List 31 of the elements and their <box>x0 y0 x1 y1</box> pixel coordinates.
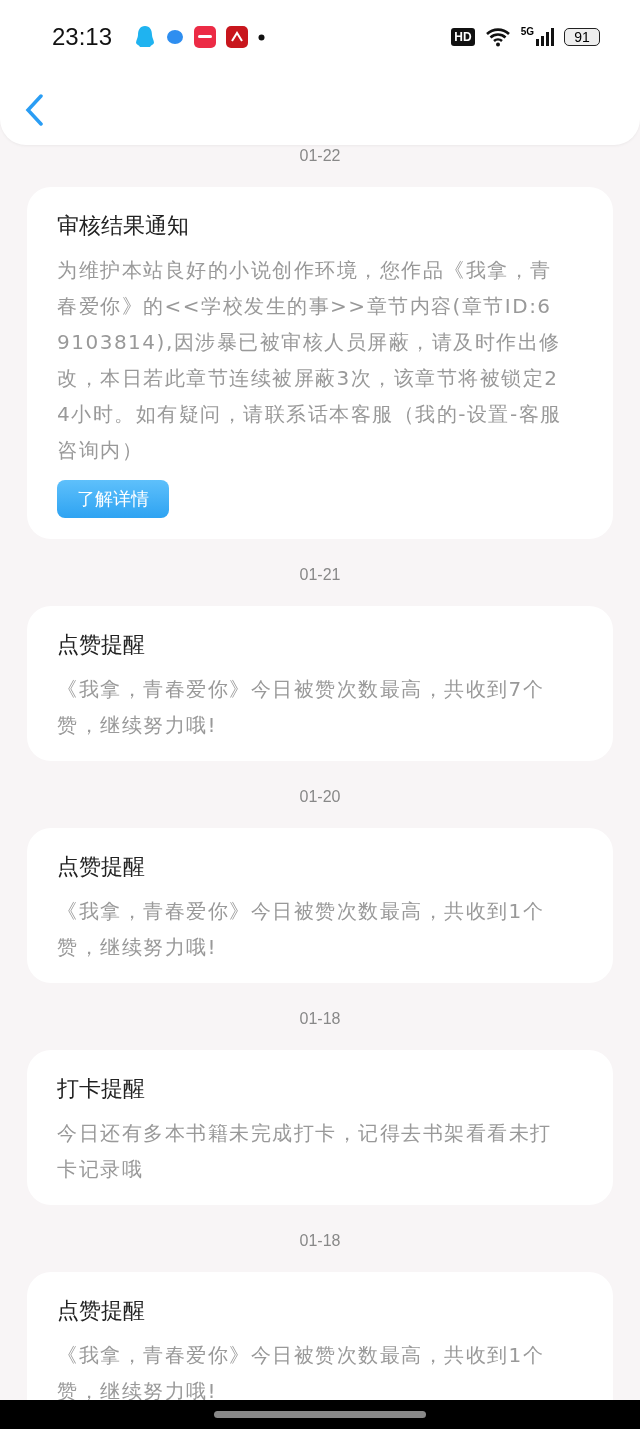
notification-title: 点赞提醒 <box>57 1297 146 1325</box>
notification-text: 今日还有多本书籍未完成打卡，记得去书架看看未打卡记录哦 <box>57 1120 553 1183</box>
signal-icon <box>536 28 554 46</box>
notification-card[interactable]: 打卡提醒 今日还有多本书籍未完成打卡，记得去书架看看未打卡记录哦 <box>27 1050 613 1205</box>
notification-text: 《我拿，青春爱你》今日被赞次数最高，共收到1个赞，继续努力哦! <box>57 898 546 961</box>
penguin-icon <box>134 25 157 49</box>
date-label: 01-20 <box>299 787 341 807</box>
app-icon <box>194 26 217 48</box>
notification-card[interactable]: 点赞提醒 《我拿，青春爱你》今日被赞次数最高，共收到7个赞，继续努力哦! <box>27 606 613 761</box>
hd-badge: HD <box>451 28 475 46</box>
notification-text: 《我拿，青春爱你》今日被赞次数最高，共收到7个赞，继续努力哦! <box>57 676 546 739</box>
dot-icon <box>258 33 266 41</box>
notification-title: 点赞提醒 <box>57 631 146 659</box>
clock-time: 23:13 <box>52 23 113 51</box>
notification-card[interactable]: 审核结果通知 为维护本站良好的小说创作环境，您作品《我拿，青春爱你》的<<学校发生的事>>章节内容(章节ID:69103814),因涉暴已被审核人员屏蔽，请及时作出修改，本日若此章节连续被屏蔽3次，该章节将被锁定24小时。如有疑问，请联系话本客服（我的-设置-客服咨询内） 了解详情 <box>27 187 613 539</box>
date-label: 01-22 <box>299 146 341 166</box>
battery-level: 91 <box>564 28 600 46</box>
date-label: 01-18 <box>299 1009 341 1029</box>
bubble-icon <box>166 28 185 46</box>
wifi-icon <box>484 27 511 47</box>
notification-title: 审核结果通知 <box>57 212 190 240</box>
home-handle[interactable] <box>214 1411 426 1418</box>
app-icon <box>226 26 249 48</box>
notification-title: 点赞提醒 <box>57 853 146 881</box>
back-icon[interactable] <box>25 93 45 126</box>
notification-card[interactable]: 点赞提醒 《我拿，青春爱你》今日被赞次数最高，共收到1个赞，继续努力哦! <box>27 828 613 983</box>
date-label: 01-21 <box>299 565 341 585</box>
date-label: 01-18 <box>299 1231 341 1251</box>
notification-text: 为维护本站良好的小说创作环境，您作品《我拿，青春爱你》的<<学校发生的事>>章节内容(章节ID:69103814),因涉暴已被审核人员屏蔽，请及时作出修改，本日若此章节连续被屏蔽3次，该章节将被锁定24小时。如有疑问，请联系话本客服（我的-设置-客服咨询内） <box>57 257 563 464</box>
notification-title: 打卡提醒 <box>57 1075 146 1103</box>
network-label: 5G <box>520 26 534 37</box>
